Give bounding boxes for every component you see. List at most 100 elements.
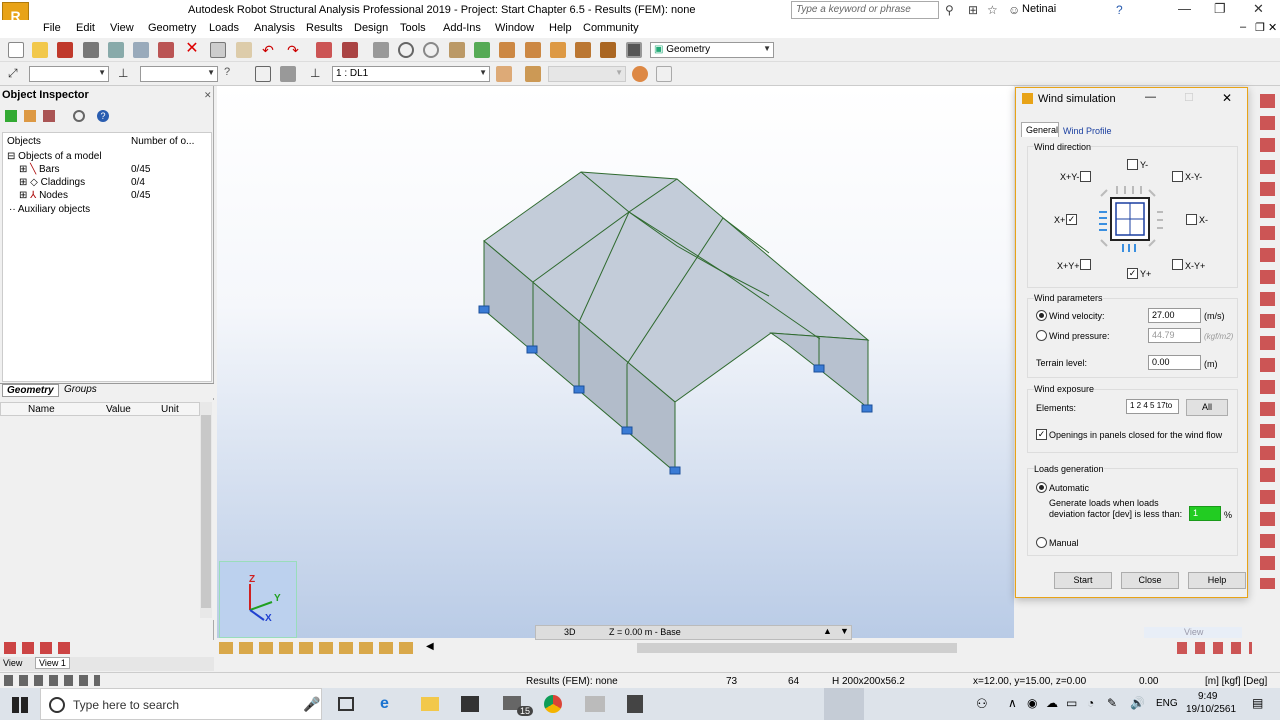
report-icon[interactable] — [133, 42, 149, 58]
bar-selection-select[interactable]: ▼ — [29, 66, 109, 82]
start-button[interactable]: Start — [1054, 572, 1112, 589]
status-tools-strip[interactable] — [4, 675, 100, 686]
view-tab[interactable]: View — [1144, 627, 1242, 638]
select-nodes-icon[interactable]: ⊥ — [118, 66, 134, 82]
restore-window-icon[interactable]: ❐ — [1214, 1, 1226, 17]
layout-select[interactable]: ▣ Geometry ▼ — [650, 42, 774, 58]
plane-up-icon[interactable]: ▲ — [823, 626, 832, 636]
close-panel-icon[interactable]: ✕ — [204, 90, 212, 101]
display-off-icon[interactable] — [656, 66, 672, 82]
menu-edit[interactable]: Edit — [76, 22, 95, 34]
record-icon[interactable]: ◉ — [1027, 696, 1037, 710]
menu-loads[interactable]: Loads — [209, 22, 239, 34]
menu-file[interactable]: File — [43, 22, 61, 34]
dialog-tab-wind-profile[interactable]: Wind Profile — [1061, 124, 1114, 138]
dir-xplus-yplus-checkbox[interactable] — [1080, 259, 1091, 270]
lock-icon[interactable] — [373, 42, 389, 58]
elements-input[interactable]: 1 2 4 5 17to — [1126, 399, 1179, 414]
horizontal-scrollbar[interactable] — [637, 643, 957, 653]
wind-velocity-input[interactable]: 27.00 — [1148, 308, 1201, 323]
terrain-level-input[interactable]: 0.00 — [1148, 355, 1201, 370]
right-tools-strip[interactable] — [1260, 94, 1275, 589]
dialog-minimize-icon[interactable]: — — [1145, 91, 1156, 103]
chrome-icon[interactable] — [544, 695, 562, 713]
star-icon[interactable]: ☆ — [987, 3, 998, 17]
taskbar-search-box[interactable]: Type here to search 🎤 — [40, 688, 322, 720]
filter-icon[interactable] — [24, 110, 36, 122]
view-mode[interactable]: 3D — [564, 627, 576, 637]
mdi-restore-icon[interactable]: ❐ — [1255, 21, 1265, 34]
task-view-icon[interactable] — [338, 697, 354, 711]
all-elements-button[interactable]: All — [1186, 399, 1228, 416]
file-explorer-icon[interactable] — [421, 697, 439, 711]
dir-xminus-yplus-checkbox[interactable] — [1172, 259, 1183, 270]
clock-date[interactable]: 19/10/2561 — [1186, 704, 1236, 715]
undo-icon[interactable]: ↶ — [260, 42, 276, 58]
volume-icon[interactable]: 🔊 — [1130, 696, 1145, 710]
window-tab-view1[interactable]: View 1 — [35, 657, 70, 669]
units-status[interactable]: [m] [kgf] [Deg] — [1205, 676, 1267, 687]
open-icon[interactable] — [32, 42, 48, 58]
menu-community[interactable]: Community — [583, 22, 639, 34]
store-icon[interactable] — [461, 696, 479, 712]
robot-app-icon[interactable] — [585, 696, 605, 712]
minimize-window-icon[interactable]: — — [1178, 1, 1191, 16]
dir-y-minus-checkbox[interactable] — [1127, 159, 1138, 170]
filter-clear-icon[interactable] — [43, 110, 55, 122]
battery-icon[interactable]: ▭ — [1066, 696, 1077, 710]
edge-browser-icon[interactable]: e — [380, 695, 398, 713]
window-tab-view[interactable]: View — [3, 658, 22, 668]
new-icon[interactable] — [8, 42, 24, 58]
help-icon[interactable]: ? — [97, 110, 109, 122]
structure-icon[interactable] — [449, 42, 465, 58]
clock-time[interactable]: 9:49 — [1198, 691, 1217, 702]
dir-x-plus-checkbox[interactable]: ✓ — [1066, 214, 1077, 225]
layout-icon[interactable] — [626, 42, 642, 58]
properties-icon[interactable] — [342, 42, 358, 58]
language-indicator[interactable]: ENG — [1156, 698, 1178, 709]
menu-results[interactable]: Results — [306, 22, 343, 34]
tree-item-aux[interactable]: ·· Auxiliary objects — [9, 204, 90, 215]
find-icon[interactable] — [73, 110, 85, 122]
zoom-icon[interactable] — [398, 42, 414, 58]
menu-view[interactable]: View — [110, 22, 134, 34]
select-all-icon[interactable] — [280, 66, 296, 82]
notifications-icon[interactable]: ▤ — [1252, 696, 1263, 710]
redo-icon[interactable]: ↷ — [285, 42, 301, 58]
copy-icon[interactable] — [210, 42, 226, 58]
user-icon[interactable]: ☺ — [1008, 3, 1020, 17]
help-icon[interactable]: ? — [1116, 3, 1123, 17]
calculator-icon[interactable] — [627, 695, 643, 713]
zoom-window-icon[interactable] — [423, 42, 439, 58]
network-icon[interactable]: ⊞ — [968, 3, 978, 17]
tab-geometry[interactable]: Geometry — [2, 384, 59, 397]
windows-start-icon[interactable] — [12, 697, 28, 713]
node-selection-select[interactable]: ▼ — [140, 66, 218, 82]
help-button[interactable]: Help — [1188, 572, 1246, 589]
table-icon[interactable] — [316, 42, 332, 58]
menu-analysis[interactable]: Analysis — [254, 22, 295, 34]
display-icons-strip[interactable] — [219, 642, 414, 654]
dialog-close-icon[interactable]: ✕ — [1222, 91, 1232, 105]
load-case-icon[interactable]: ⊥ — [310, 66, 326, 82]
selection-filter-icon[interactable]: ? — [224, 66, 240, 82]
inspector-tools-strip[interactable] — [4, 642, 76, 654]
scrollbar-thumb[interactable] — [201, 415, 211, 608]
deviation-factor-input[interactable]: 1 — [1189, 506, 1221, 521]
user-name[interactable]: Netinai — [1022, 3, 1056, 15]
menu-tools[interactable]: Tools — [400, 22, 426, 34]
tab-groups[interactable]: Groups — [60, 384, 101, 397]
print-icon[interactable] — [83, 42, 99, 58]
mdi-minimize-icon[interactable]: – — [1240, 21, 1246, 33]
loads-icon[interactable] — [550, 42, 566, 58]
dir-xminus-yminus-checkbox[interactable] — [1172, 171, 1183, 182]
delete-icon[interactable]: ✕ — [184, 41, 200, 58]
automatic-radio[interactable] — [1036, 482, 1047, 493]
dir-y-plus-checkbox[interactable]: ✓ — [1127, 268, 1138, 279]
mesh-icon[interactable] — [575, 42, 591, 58]
menu-help[interactable]: Help — [549, 22, 572, 34]
wind-velocity-radio[interactable] — [1036, 310, 1047, 321]
menu-geometry[interactable]: Geometry — [148, 22, 196, 34]
menu-addins[interactable]: Add-Ins — [443, 22, 481, 34]
openings-checkbox[interactable]: ✓ — [1036, 429, 1047, 440]
